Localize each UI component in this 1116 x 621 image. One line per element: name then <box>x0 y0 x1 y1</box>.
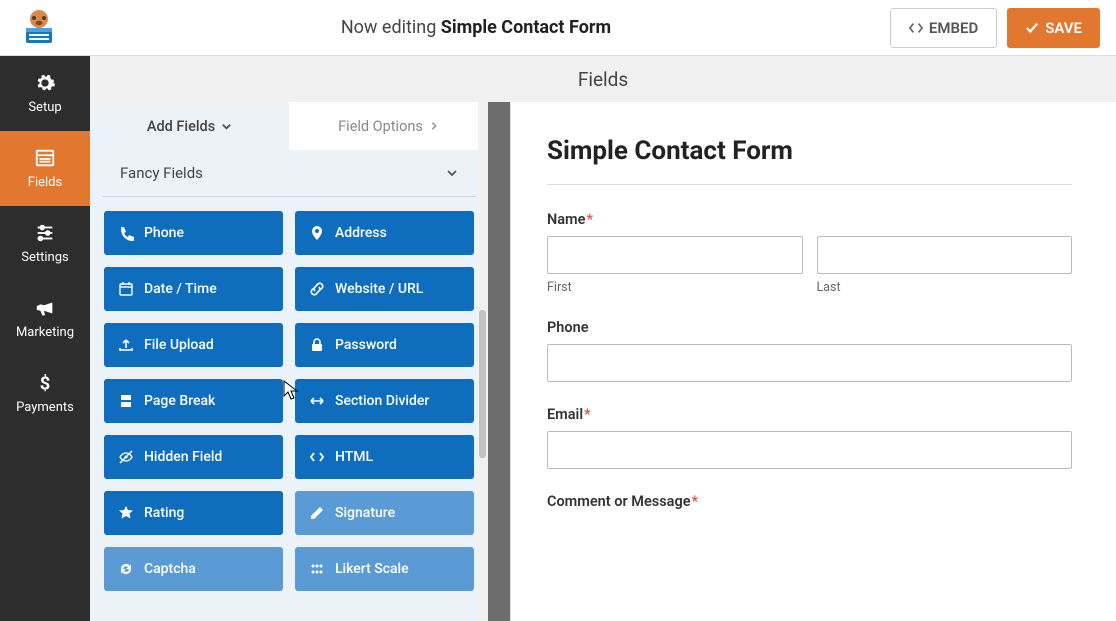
svg-text:$: $ <box>40 373 51 394</box>
upload-icon <box>118 337 134 353</box>
tab-add-fields[interactable]: Add Fields <box>90 102 289 150</box>
star-icon <box>118 505 134 521</box>
arrows-icon <box>309 393 325 409</box>
field-password[interactable]: Password <box>295 323 474 367</box>
form-title: Simple Contact Form <box>547 136 1072 166</box>
field-label: Signature <box>335 505 395 521</box>
field-phone[interactable]: Phone <box>104 211 283 255</box>
tab-field-options[interactable]: Field Options <box>289 102 488 150</box>
main-sidebar: Setup Fields Settings Marketing $ Paymen… <box>0 56 90 621</box>
sidebar-item-settings[interactable]: Settings <box>0 206 90 281</box>
field-signature[interactable]: Signature <box>295 491 474 535</box>
dots-icon <box>309 561 325 577</box>
sidebar-item-setup[interactable]: Setup <box>0 56 90 131</box>
divider <box>547 184 1072 185</box>
sidebar-item-payments[interactable]: $ Payments <box>0 356 90 431</box>
form-name: Simple Contact Form <box>441 17 611 38</box>
form-field-phone[interactable]: Phone <box>547 319 1072 382</box>
panel-divider[interactable] <box>488 102 510 621</box>
field-label: Password <box>335 337 397 353</box>
pencil-icon <box>309 505 325 521</box>
last-name-input[interactable] <box>817 236 1073 274</box>
field-label: HTML <box>335 449 373 465</box>
sidebar-item-label: Marketing <box>16 325 74 340</box>
field-label: Name* <box>547 211 1072 228</box>
field-section-divider[interactable]: Section Divider <box>295 379 474 423</box>
sidebar-item-fields[interactable]: Fields <box>0 131 90 206</box>
sublabel-last: Last <box>817 280 1073 295</box>
first-name-input[interactable] <box>547 236 803 274</box>
save-button[interactable]: SAVE <box>1007 8 1100 48</box>
sidebar-item-marketing[interactable]: Marketing <box>0 281 90 356</box>
field-rating[interactable]: Rating <box>104 491 283 535</box>
fields-panel: Add Fields Field Options Fancy Fields Ph… <box>90 102 488 621</box>
field-label: Website / URL <box>335 281 423 297</box>
form-field-name[interactable]: Name* First Last <box>547 211 1072 295</box>
link-icon <box>309 281 325 297</box>
center-header: Fields <box>90 56 1116 102</box>
email-input[interactable] <box>547 431 1072 469</box>
form-preview: Simple Contact Form Name* First Last <box>510 102 1116 621</box>
field-label: Phone <box>144 225 184 241</box>
field-label: Likert Scale <box>335 561 409 577</box>
phone-icon <box>118 225 134 241</box>
panel-tabs: Add Fields Field Options <box>90 102 488 150</box>
chevron-right-icon <box>429 121 439 131</box>
field-label: Section Divider <box>335 393 429 409</box>
lock-icon <box>309 337 325 353</box>
field-label: Address <box>335 225 387 241</box>
pagebreak-icon <box>118 393 134 409</box>
field-label: Page Break <box>144 393 215 409</box>
sliders-icon <box>34 222 56 244</box>
embed-button[interactable]: EMBED <box>890 8 997 48</box>
refresh-icon <box>118 561 134 577</box>
field-label: Email* <box>547 406 1072 423</box>
field-date-time[interactable]: Date / Time <box>104 267 283 311</box>
field-label: Phone <box>547 319 1072 336</box>
check-icon <box>1025 21 1039 35</box>
field-address[interactable]: Address <box>295 211 474 255</box>
sidebar-item-label: Fields <box>28 175 62 190</box>
field-captcha[interactable]: Captcha <box>104 547 283 591</box>
eye-slash-icon <box>118 449 134 465</box>
page-title: Now editing Simple Contact Form <box>62 17 890 38</box>
phone-input[interactable] <box>547 344 1072 382</box>
scrollbar-thumb[interactable] <box>479 310 486 458</box>
form-field-email[interactable]: Email* <box>547 406 1072 469</box>
field-likert-scale[interactable]: Likert Scale <box>295 547 474 591</box>
dollar-icon: $ <box>34 372 56 394</box>
field-grid: Phone Address Date / Time Website / URL File… <box>90 197 488 605</box>
field-website-url[interactable]: Website / URL <box>295 267 474 311</box>
editing-prefix: Now editing <box>341 17 441 38</box>
sidebar-item-label: Payments <box>16 400 74 415</box>
field-hidden-field[interactable]: Hidden Field <box>104 435 283 479</box>
bullhorn-icon <box>34 297 56 319</box>
sidebar-item-label: Settings <box>21 250 68 265</box>
field-html[interactable]: HTML <box>295 435 474 479</box>
form-field-message[interactable]: Comment or Message* <box>547 493 1072 510</box>
chevron-down-icon <box>221 121 232 132</box>
pin-icon <box>309 225 325 241</box>
field-label: Captcha <box>144 561 196 577</box>
field-label: Hidden Field <box>144 449 222 465</box>
panel-scrollbar[interactable] <box>478 102 488 621</box>
field-label: Date / Time <box>144 281 217 297</box>
field-group-header[interactable]: Fancy Fields <box>102 150 476 197</box>
form-icon <box>34 147 56 169</box>
code-icon <box>309 449 325 465</box>
top-bar: Now editing Simple Contact Form EMBED SA… <box>0 0 1116 56</box>
code-icon <box>909 21 923 35</box>
app-logo <box>16 8 62 48</box>
field-label: Comment or Message* <box>547 493 1072 510</box>
calendar-icon <box>118 281 134 297</box>
field-label: Rating <box>144 505 184 521</box>
sublabel-first: First <box>547 280 803 295</box>
field-file-upload[interactable]: File Upload <box>104 323 283 367</box>
field-label: File Upload <box>144 337 214 353</box>
chevron-down-icon <box>446 167 458 179</box>
sidebar-item-label: Setup <box>28 100 61 115</box>
gear-icon <box>34 72 56 94</box>
field-page-break[interactable]: Page Break <box>104 379 283 423</box>
